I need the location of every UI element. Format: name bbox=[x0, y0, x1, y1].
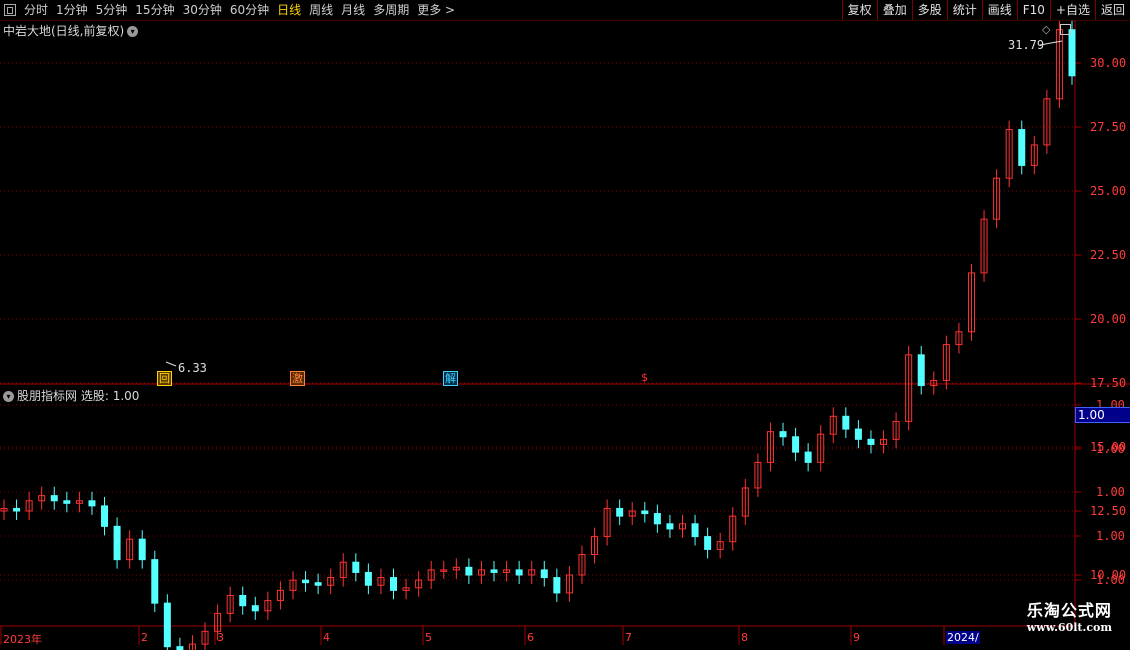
candle-body bbox=[490, 569, 498, 573]
candle-body bbox=[1018, 129, 1026, 166]
price-tick-label: 20.00 bbox=[1090, 312, 1127, 326]
candle-body bbox=[151, 559, 159, 604]
date-tick-label: 8 bbox=[741, 631, 748, 644]
candle-body bbox=[842, 415, 850, 430]
candle-body bbox=[704, 536, 712, 550]
signal-marker: 回 bbox=[157, 371, 172, 386]
watermark-url: www.60lt.com bbox=[1026, 621, 1112, 634]
price-tick-label: 17.50 bbox=[1090, 376, 1127, 390]
candle-body bbox=[251, 605, 259, 612]
indicator-current-value: 1.00 bbox=[1075, 407, 1130, 423]
candle-body bbox=[50, 495, 58, 502]
signal-marker: 激 bbox=[290, 371, 305, 386]
candle-body bbox=[641, 510, 649, 515]
price-tick-label: 12.50 bbox=[1090, 504, 1127, 518]
indicator-tick-label: 1.00 bbox=[1096, 573, 1125, 587]
candle-body bbox=[666, 523, 674, 530]
candle-body bbox=[138, 538, 146, 561]
candle-body bbox=[352, 561, 360, 573]
candle-body bbox=[302, 579, 310, 584]
candle-body bbox=[515, 569, 523, 576]
date-tick-label: 2024/ bbox=[946, 631, 980, 644]
indicator-tick-label: 1.00 bbox=[1096, 442, 1125, 456]
candle-body bbox=[163, 602, 171, 648]
candle-body bbox=[804, 451, 812, 463]
date-tick-label: 7 bbox=[625, 631, 632, 644]
candle-body bbox=[113, 525, 121, 561]
diamond-icon[interactable]: ◇ bbox=[1042, 23, 1050, 36]
signal-marker: $ bbox=[641, 371, 648, 384]
kline-chart[interactable] bbox=[0, 0, 1130, 650]
candle-body bbox=[867, 438, 875, 445]
candle-body bbox=[854, 428, 862, 440]
candle-body bbox=[917, 354, 925, 387]
indicator-tick-label: 1.00 bbox=[1096, 485, 1125, 499]
candle-body bbox=[653, 513, 661, 525]
max-price-label: 31.79 bbox=[1008, 38, 1045, 52]
candle-body bbox=[364, 571, 372, 586]
candle-body bbox=[390, 577, 398, 591]
watermark-title: 乐淘公式网 bbox=[1026, 601, 1112, 620]
watermark-logo: 乐淘公式网 www.60lt.com bbox=[1027, 597, 1112, 634]
min-arrow bbox=[165, 361, 177, 367]
candle-body bbox=[239, 594, 247, 607]
date-tick-label: 2 bbox=[141, 631, 148, 644]
date-tick-label: 5 bbox=[425, 631, 432, 644]
price-tick-label: 25.00 bbox=[1090, 184, 1127, 198]
candle-body bbox=[691, 523, 699, 538]
panel-toggle-icon[interactable] bbox=[1060, 24, 1071, 35]
date-tick-label: 2023年 bbox=[3, 633, 42, 646]
candle-body bbox=[553, 577, 561, 594]
candle-body bbox=[616, 507, 624, 517]
candle-body bbox=[88, 500, 96, 507]
date-tick-label: 3 bbox=[217, 631, 224, 644]
date-tick-label: 4 bbox=[323, 631, 330, 644]
candle-body bbox=[101, 505, 109, 527]
candle-body bbox=[314, 582, 322, 586]
min-price-label: 6.33 bbox=[178, 361, 207, 375]
candle-body bbox=[63, 500, 71, 504]
price-tick-label: 22.50 bbox=[1090, 248, 1127, 262]
indicator-tick-label: 1.00 bbox=[1096, 529, 1125, 543]
date-tick-label: 9 bbox=[853, 631, 860, 644]
candle-body bbox=[1068, 29, 1076, 77]
price-tick-label: 27.50 bbox=[1090, 120, 1127, 134]
candle-body bbox=[779, 431, 787, 438]
candle-body bbox=[540, 569, 548, 579]
candle-body bbox=[465, 566, 473, 576]
candle-body bbox=[13, 507, 21, 512]
signal-marker: 解 bbox=[443, 371, 458, 386]
date-tick-label: 6 bbox=[527, 631, 534, 644]
price-tick-label: 30.00 bbox=[1090, 56, 1127, 70]
candle-body bbox=[792, 436, 800, 453]
